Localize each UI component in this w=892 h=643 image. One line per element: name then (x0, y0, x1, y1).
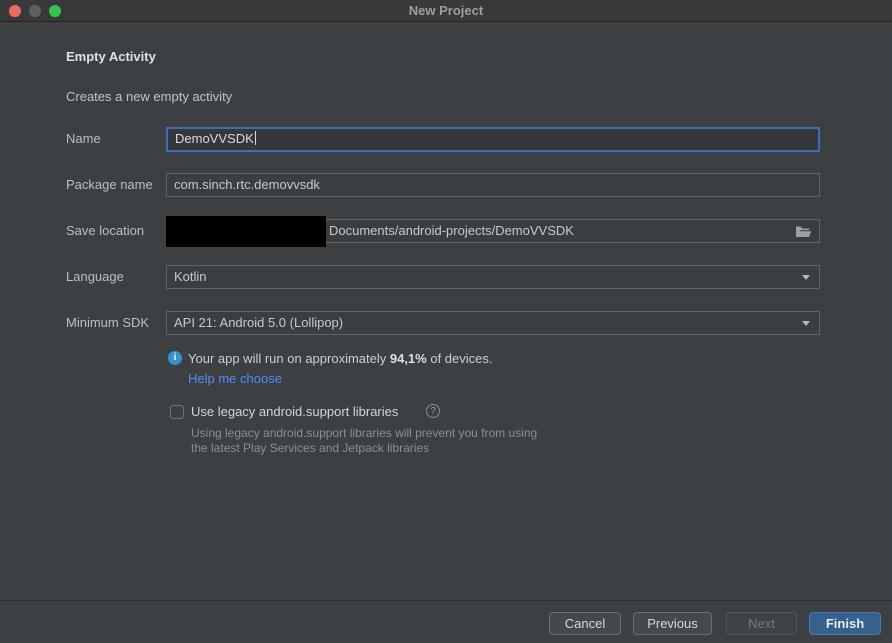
redacted-path-overlay (166, 216, 326, 247)
finish-button[interactable]: Finish (809, 612, 881, 635)
sdk-coverage-percent: 94,1% (390, 351, 427, 366)
template-subtitle: Creates a new empty activity (66, 89, 232, 104)
browse-folder-icon[interactable] (795, 224, 813, 239)
language-label: Language (66, 265, 124, 289)
package-name-label: Package name (66, 173, 153, 197)
help-me-choose-link[interactable]: Help me choose (188, 371, 282, 386)
cancel-button[interactable]: Cancel (549, 612, 621, 635)
legacy-support-label[interactable]: Use legacy android.support libraries (191, 404, 398, 419)
package-name-value: com.sinch.rtc.demovvsdk (174, 177, 320, 192)
window-title: New Project (0, 0, 892, 22)
template-title: Empty Activity (66, 49, 156, 64)
legacy-help-text-line1: Using legacy android.support libraries w… (191, 426, 537, 441)
min-sdk-dropdown[interactable]: API 21: Android 5.0 (Lollipop) (166, 311, 820, 335)
next-button: Next (726, 612, 797, 635)
chevron-down-icon (802, 321, 810, 326)
info-icon: i (168, 351, 182, 365)
save-location-value: Documents/android-projects/DemoVVSDK (329, 223, 574, 238)
package-name-input[interactable]: com.sinch.rtc.demovvsdk (166, 173, 820, 197)
save-location-label: Save location (66, 219, 144, 243)
min-sdk-label: Minimum SDK (66, 311, 149, 335)
help-circle-icon[interactable]: ? (426, 404, 440, 418)
name-value: DemoVVSDK (175, 131, 254, 146)
language-value: Kotlin (174, 269, 207, 284)
legacy-support-checkbox[interactable] (170, 405, 184, 419)
name-input[interactable]: DemoVVSDK (166, 127, 820, 152)
previous-button[interactable]: Previous (633, 612, 712, 635)
legacy-help-text-line2: the latest Play Services and Jetpack lib… (191, 441, 429, 456)
bottom-divider (0, 600, 892, 601)
chevron-down-icon (802, 275, 810, 280)
sdk-coverage-text: Your app will run on approximately 94,1%… (188, 351, 493, 366)
language-dropdown[interactable]: Kotlin (166, 265, 820, 289)
new-project-dialog: New Project Empty Activity Creates a new… (0, 0, 892, 643)
text-caret (255, 131, 256, 145)
titlebar: New Project (0, 0, 892, 22)
name-label: Name (66, 127, 101, 151)
min-sdk-value: API 21: Android 5.0 (Lollipop) (174, 315, 343, 330)
